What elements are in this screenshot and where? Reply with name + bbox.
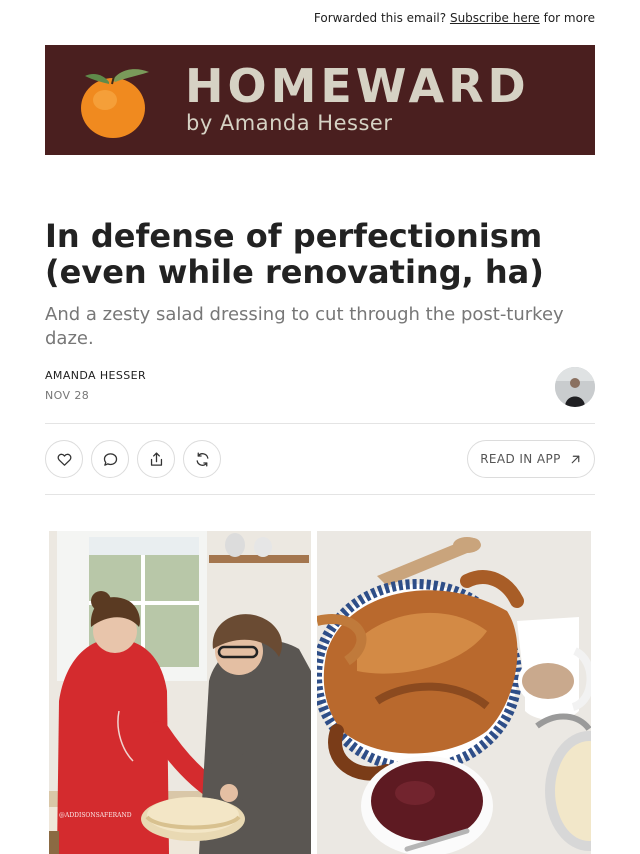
- baking-photo[interactable]: @ADDISONSAFERAND: [49, 531, 311, 854]
- author-name[interactable]: AMANDA HESSER: [45, 369, 146, 382]
- brand-name: HOMEWARD: [185, 59, 530, 113]
- thanksgiving-table-illustration: [317, 531, 591, 854]
- read-in-app-button[interactable]: READ IN APP: [467, 440, 595, 478]
- comment-icon: [103, 452, 117, 466]
- post-date: NOV 28: [45, 389, 90, 402]
- avatar[interactable]: [555, 367, 595, 407]
- divider: [45, 423, 595, 424]
- arrow-up-right-icon: [571, 455, 580, 463]
- read-in-app-label: READ IN APP: [480, 452, 561, 466]
- post-title[interactable]: In defense of perfectionism (even while …: [45, 218, 605, 290]
- author-photo: [555, 367, 595, 407]
- photo-watermark: @ADDISONSAFERAND: [59, 812, 132, 819]
- comment-button[interactable]: [91, 440, 129, 478]
- like-button[interactable]: [45, 440, 83, 478]
- share-button[interactable]: [137, 440, 175, 478]
- restack-button[interactable]: [183, 440, 221, 478]
- forward-prefix: Forwarded this email?: [313, 11, 447, 25]
- share-icon: [150, 451, 162, 466]
- heart-icon: [57, 453, 71, 466]
- subscribe-link[interactable]: Subscribe here: [450, 11, 540, 25]
- post-subtitle: And a zesty salad dressing to cut throug…: [45, 304, 564, 349]
- orange-logo-icon: [81, 69, 149, 138]
- brand-byline: by Amanda Hesser: [186, 111, 393, 135]
- pie-making-illustration: [49, 531, 311, 854]
- forward-suffix: for more: [543, 11, 595, 25]
- turkey-photo[interactable]: [317, 531, 591, 854]
- restack-icon: [196, 451, 208, 467]
- divider: [45, 494, 595, 495]
- publication-banner[interactable]: HOMEWARD by Amanda Hesser: [45, 45, 595, 155]
- forward-note: Forwarded this email? Subscribe here for…: [314, 11, 595, 25]
